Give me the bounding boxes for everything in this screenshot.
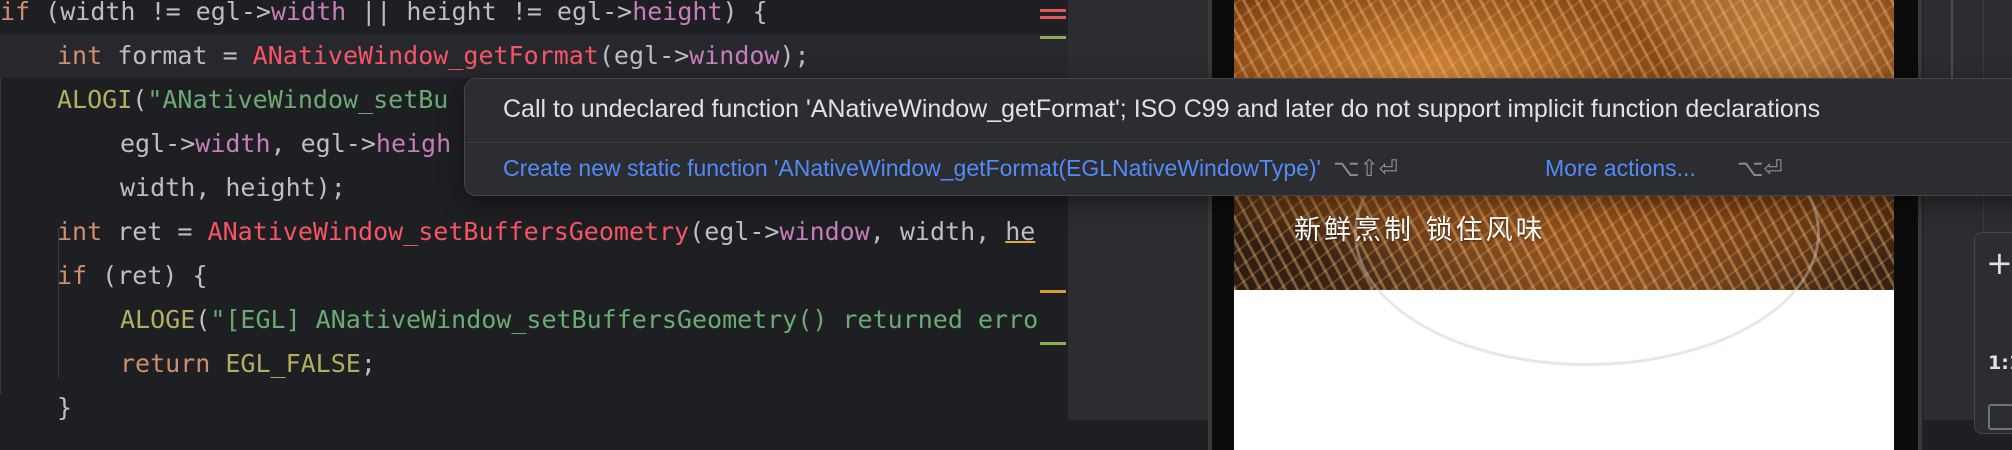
- code-line[interactable]: width, height);: [120, 166, 346, 210]
- divider: [465, 142, 2012, 143]
- code-token: "[EGL] ANativeWindow_setBuffersGeometry(…: [210, 305, 1039, 334]
- plus-icon[interactable]: +: [1986, 244, 2012, 282]
- code-token: if: [57, 261, 88, 290]
- code-token: heigh: [375, 129, 452, 158]
- code-token: }: [57, 393, 73, 420]
- code-token: ANativeWindow_getFormat: [252, 41, 599, 70]
- code-token: (egl->: [689, 217, 780, 246]
- change-marker[interactable]: [1040, 36, 1066, 39]
- code-token: int: [57, 41, 103, 70]
- code-line[interactable]: }: [57, 386, 72, 420]
- fit-screen-icon[interactable]: [1988, 404, 2012, 430]
- error-message: Call to undeclared function 'ANativeWind…: [503, 95, 1821, 123]
- code-token: egl->: [120, 129, 196, 158]
- code-token: ALOGE: [120, 305, 196, 334]
- action-shortcut: ⌥⇧⏎: [1333, 155, 1399, 181]
- code-token: width: [270, 0, 347, 26]
- code-token: ALOGI: [57, 85, 133, 114]
- code-line[interactable]: int ret = ANativeWindow_setBuffersGeomet…: [57, 210, 1035, 254]
- code-token: );: [779, 41, 810, 70]
- code-token: || height != egl->: [346, 0, 633, 26]
- code-token: format =: [102, 41, 253, 70]
- code-token: window: [689, 41, 780, 70]
- code-token: width: [195, 129, 271, 158]
- code-token: ANativeWindow_setBuffersGeometry: [207, 217, 690, 246]
- create-function-action[interactable]: Create new static function 'ANativeWindo…: [503, 155, 1321, 182]
- code-line-current[interactable]: int format = ANativeWindow_getFormat(egl…: [0, 34, 1068, 78]
- code-editor[interactable]: if (width != egl->width || height != egl…: [0, 0, 1068, 420]
- code-token: (: [132, 85, 148, 114]
- code-token: window: [779, 217, 870, 246]
- device-screen[interactable]: 新鲜烹制 锁住风味: [1234, 0, 1894, 450]
- code-line[interactable]: ALOGI("ANativeWindow_setBu: [57, 78, 448, 122]
- code-line[interactable]: return EGL_FALSE;: [120, 342, 376, 386]
- code-token: he: [1005, 217, 1036, 246]
- change-marker[interactable]: [1040, 342, 1066, 345]
- device-preview-frame: 新鲜烹制 锁住风味: [1208, 0, 1922, 450]
- code-token: height: [632, 0, 723, 26]
- kebab-icon[interactable]: ⋮: [2003, 101, 2012, 131]
- video-caption: 新鲜烹制 锁住风味: [1294, 215, 1546, 246]
- code-token: (: [195, 305, 211, 334]
- editor-preview-gap: [1068, 0, 1208, 420]
- code-token: if: [0, 0, 31, 26]
- indent-guide: [0, 44, 1, 394]
- code-token: ret =: [102, 217, 208, 246]
- code-token: ;: [360, 349, 376, 378]
- code-token: int: [57, 217, 103, 246]
- code-token: (width != egl->: [30, 0, 271, 26]
- code-line[interactable]: ALOGE("[EGL] ANativeWindow_setBuffersGeo…: [120, 298, 1038, 342]
- code-token: ) {: [722, 0, 768, 26]
- more-actions-shortcut: ⌥⏎: [1737, 155, 1783, 181]
- code-token: (ret) {: [87, 261, 208, 290]
- code-token: , width,: [869, 217, 1006, 246]
- code-token: , egl->: [270, 129, 376, 158]
- more-actions-link[interactable]: More actions...: [1545, 155, 1696, 182]
- warning-marker[interactable]: [1040, 290, 1066, 293]
- code-token: EGL_FALSE: [225, 349, 361, 378]
- zoom-ratio[interactable]: 1:1: [1988, 352, 2012, 374]
- code-token: return: [120, 349, 211, 378]
- code-token: (egl->: [598, 41, 690, 70]
- code-token: width, height);: [120, 173, 346, 202]
- intention-popup: Call to undeclared function 'ANativeWind…: [464, 78, 2012, 196]
- code-token: "ANativeWindow_setBu: [147, 85, 449, 114]
- error-marker[interactable]: [1040, 9, 1066, 12]
- code-line[interactable]: if (width != egl->width || height != egl…: [0, 0, 768, 34]
- error-marker[interactable]: [1040, 16, 1066, 19]
- code-line[interactable]: if (ret) {: [57, 254, 208, 298]
- code-line[interactable]: egl->width, egl->heigh: [120, 122, 451, 166]
